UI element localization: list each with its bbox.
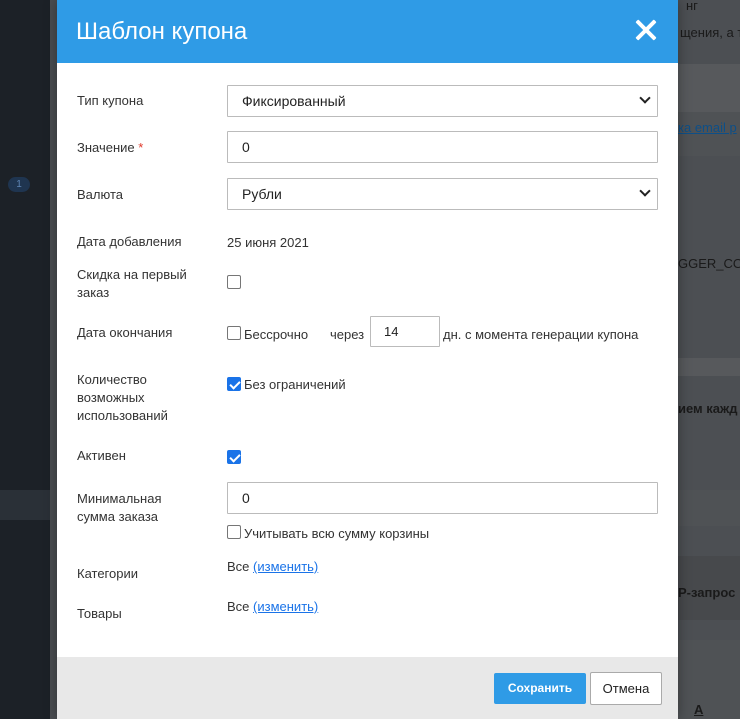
categories-label: Категории	[77, 566, 138, 581]
days-input[interactable]: 14	[370, 316, 440, 347]
days-suffix: дн. с момента генерации купона	[443, 327, 639, 342]
date-added-label: Дата добавления	[77, 234, 182, 249]
modal-title: Шаблон купона	[76, 18, 248, 45]
app-sidebar: 1	[0, 0, 50, 719]
cancel-button[interactable]: Отмена	[590, 672, 662, 705]
bg-text: GGER_COU	[678, 256, 740, 271]
unlimited-end-date-checkbox[interactable]	[227, 326, 241, 340]
modal-footer: Сохранить Отмена	[57, 657, 678, 719]
currency-label: Валюта	[77, 187, 123, 202]
usage-unlimited-label: Без ограничений	[244, 377, 346, 392]
categories-value: Все (изменить)	[227, 559, 318, 575]
active-label: Активен	[77, 448, 126, 463]
bg-row	[678, 64, 740, 112]
close-icon[interactable]	[635, 19, 657, 41]
bg-text: Р-запрос	[678, 585, 736, 600]
products-value: Все (изменить)	[227, 599, 318, 615]
bg-row	[678, 490, 740, 526]
min-order-sum-label: Минимальная сумма заказа	[77, 491, 162, 524]
value-label-text: Значение	[77, 140, 135, 155]
value-input[interactable]: 0	[227, 131, 658, 163]
date-added-value: 25 июня 2021	[227, 235, 309, 250]
bg-text: щения, а т	[680, 25, 740, 40]
first-order-discount-checkbox[interactable]	[227, 275, 241, 289]
value-label: Значение *	[77, 139, 143, 157]
products-label: Товары	[77, 606, 122, 621]
app-content-right: нг щения, а т ка email р GGER_COU ием ка…	[678, 0, 740, 719]
coupon-template-modal: Шаблон купона Тип купона Фиксированный З…	[57, 0, 678, 719]
categories-all: Все	[227, 559, 250, 574]
coupon-type-label: Тип купона	[77, 93, 144, 108]
first-order-discount-label: Скидка на первый заказ	[77, 267, 187, 300]
modal-header: Шаблон купона	[57, 0, 678, 63]
chevron-down-icon	[639, 92, 651, 104]
products-all: Все	[227, 599, 250, 614]
sidebar-active-band	[0, 490, 50, 520]
min-order-sum-input[interactable]: 0	[227, 482, 658, 514]
bg-text: нг	[686, 0, 698, 13]
unlimited-end-date-label: Бессрочно	[244, 327, 309, 342]
categories-change-link[interactable]: (изменить)	[253, 559, 318, 574]
bg-row	[678, 358, 740, 376]
sidebar-badge: 1	[8, 177, 30, 192]
active-checkbox[interactable]	[227, 450, 241, 464]
currency-select[interactable]: Рубли	[227, 178, 658, 210]
coupon-type-value: Фиксированный	[242, 93, 346, 109]
currency-value: Рубли	[242, 186, 282, 202]
required-mark: *	[138, 140, 144, 155]
products-change-link[interactable]: (изменить)	[253, 599, 318, 614]
save-button[interactable]: Сохранить	[494, 673, 586, 704]
usage-count-label: Количество возможных использований	[77, 372, 168, 423]
bg-link: ка email р	[678, 120, 737, 135]
end-date-label: Дата окончания	[77, 325, 173, 340]
bg-text: A	[694, 702, 704, 717]
usage-unlimited-checkbox[interactable]	[227, 377, 241, 391]
whole-cart-checkbox[interactable]	[227, 525, 241, 539]
after-label: через	[330, 327, 365, 342]
bg-row	[678, 640, 740, 719]
modal-body: Тип купона Фиксированный Значение * 0 Ва…	[57, 63, 678, 657]
coupon-type-select[interactable]: Фиксированный	[227, 85, 658, 117]
chevron-down-icon	[639, 185, 651, 197]
bg-text: ием кажд	[678, 401, 738, 416]
whole-cart-label: Учитывать всю сумму корзины	[244, 526, 430, 541]
